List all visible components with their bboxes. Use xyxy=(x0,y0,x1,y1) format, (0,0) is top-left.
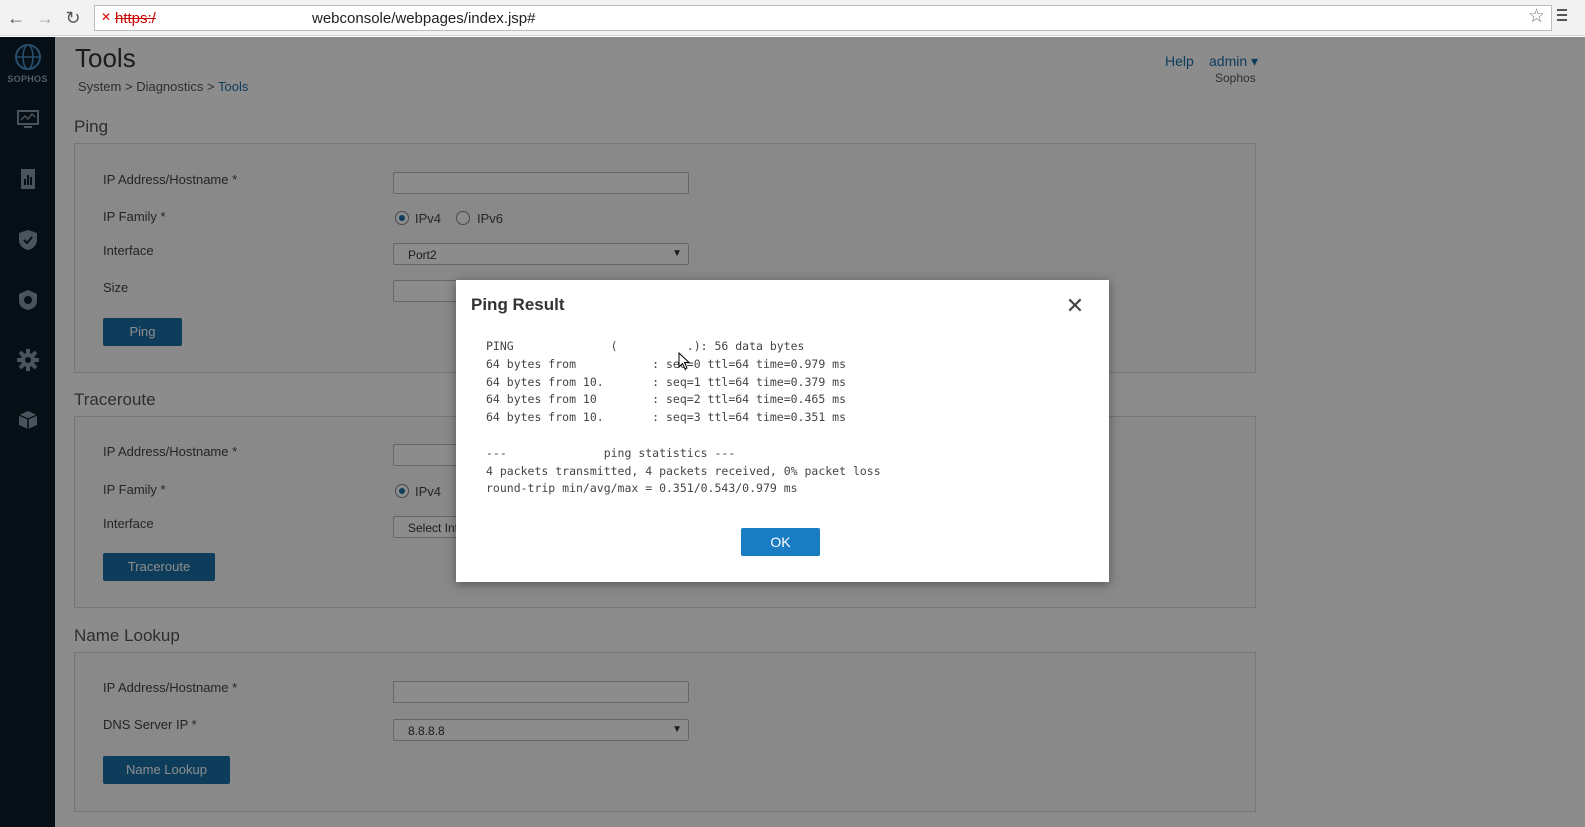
dialog-title: Ping Result xyxy=(471,295,565,314)
forward-icon[interactable]: → xyxy=(35,8,55,28)
output-line: ​ xyxy=(486,427,881,445)
url-scheme: https:/ xyxy=(115,10,156,27)
back-icon[interactable]: ← xyxy=(6,8,26,28)
output-line: 64 bytes from 10. : seq=3 ttl=64 time=0.… xyxy=(486,410,847,425)
output-line: --- ping statistics --- xyxy=(486,445,736,460)
ok-button[interactable]: OK xyxy=(741,528,820,556)
browser-toolbar: ← → ↻ ✕ https:/ webconsole/webpages/inde… xyxy=(0,0,1585,36)
bookmark-star-icon[interactable]: ☆ xyxy=(1528,7,1545,27)
browser-menu-icon[interactable] xyxy=(1557,9,1567,25)
address-bar[interactable]: ✕ https:/ webconsole/webpages/index.jsp# xyxy=(94,5,1552,31)
ping-result-dialog: Ping Result ✕ PING ( .): 56 data bytes 64… xyxy=(456,280,1109,582)
output-line: round-trip min/avg/max = 0.351/0.543/0.9… xyxy=(486,481,798,496)
reload-icon[interactable]: ↻ xyxy=(63,8,83,28)
close-icon[interactable]: ✕ xyxy=(1065,295,1085,317)
mouse-cursor-icon xyxy=(678,352,690,370)
output-line: 64 bytes from 10 : seq=2 ttl=64 time=0.4… xyxy=(486,392,847,407)
output-line: 64 bytes from 10. : seq=1 ttl=64 time=0.… xyxy=(486,374,847,389)
url-path: webconsole/webpages/index.jsp# xyxy=(312,10,536,27)
insecure-lock-icon: ✕ xyxy=(101,10,112,24)
output-line: 4 packets transmitted, 4 packets receive… xyxy=(486,463,881,478)
